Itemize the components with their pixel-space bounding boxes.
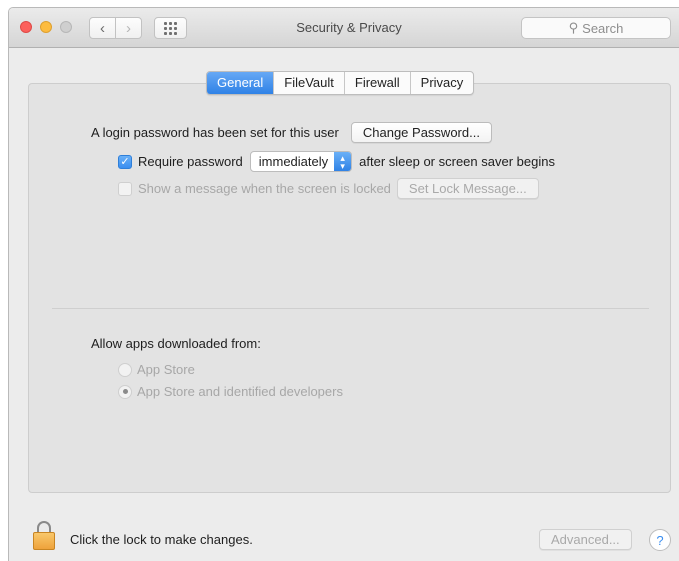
forward-button[interactable]: ›: [115, 17, 142, 39]
question-mark-icon: ?: [656, 532, 664, 548]
require-password-row: ✓ Require password immediately ▴ ▾ after …: [118, 151, 555, 172]
minimize-window-button[interactable]: [40, 21, 52, 33]
allow-apps-heading-row: Allow apps downloaded from:: [91, 336, 261, 351]
zoom-window-button[interactable]: [60, 21, 72, 33]
search-field[interactable]: ⚲ Search: [521, 17, 671, 39]
login-password-row: A login password has been set for this u…: [91, 122, 492, 143]
allow-apps-heading: Allow apps downloaded from:: [91, 336, 261, 351]
show-message-checkbox[interactable]: [118, 181, 132, 196]
require-password-checkbox[interactable]: ✓: [118, 154, 132, 169]
search-placeholder: Search: [582, 20, 624, 36]
show-message-label: Show a message when the screen is locked: [138, 181, 391, 196]
tab-content-panel: [28, 83, 671, 493]
radio-app-store[interactable]: [118, 362, 132, 377]
back-button[interactable]: ‹: [89, 17, 116, 39]
help-button[interactable]: ?: [649, 529, 671, 551]
close-window-button[interactable]: [20, 21, 32, 33]
updown-arrows-icon: ▴ ▾: [334, 152, 352, 171]
radio-app-store-row: App Store: [118, 362, 195, 377]
lock-icon[interactable]: [33, 521, 55, 551]
radio-identified-developers-label: App Store and identified developers: [137, 384, 343, 399]
require-password-delay-select[interactable]: immediately ▴ ▾: [249, 151, 353, 172]
change-password-button[interactable]: Change Password...: [350, 122, 492, 143]
chevron-right-icon: ›: [126, 19, 131, 37]
title-bar: ‹ › Security & Privacy ⚲ Search: [9, 8, 679, 48]
tab-firewall[interactable]: Firewall: [343, 72, 410, 94]
show-message-row: Show a message when the screen is locked…: [118, 178, 539, 199]
radio-app-store-label: App Store: [137, 362, 195, 377]
show-all-button[interactable]: [154, 17, 187, 39]
set-lock-message-button[interactable]: Set Lock Message...: [396, 178, 539, 199]
window-title: Security & Privacy: [296, 20, 402, 35]
lock-hint-text: Click the lock to make changes.: [70, 532, 253, 547]
chevron-left-icon: ‹: [100, 19, 105, 37]
tab-bar: General FileVault Firewall Privacy: [206, 71, 475, 95]
login-password-text: A login password has been set for this u…: [91, 125, 339, 140]
delay-select-value: immediately: [258, 154, 329, 169]
app-grid-icon: [164, 21, 177, 35]
security-privacy-window: ‹ › Security & Privacy ⚲ Search General …: [8, 7, 679, 561]
section-divider: [52, 308, 649, 309]
tab-general[interactable]: General: [207, 72, 274, 94]
radio-identified-developers[interactable]: [118, 384, 132, 399]
advanced-button[interactable]: Advanced...: [539, 529, 632, 550]
require-password-suffix: after sleep or screen saver begins: [359, 154, 555, 169]
tab-filevault[interactable]: FileVault: [273, 72, 344, 94]
search-icon: ⚲: [568, 20, 579, 35]
radio-identified-devs-row: App Store and identified developers: [118, 384, 343, 399]
tab-privacy[interactable]: Privacy: [409, 72, 474, 94]
require-password-label: Require password: [138, 154, 243, 169]
